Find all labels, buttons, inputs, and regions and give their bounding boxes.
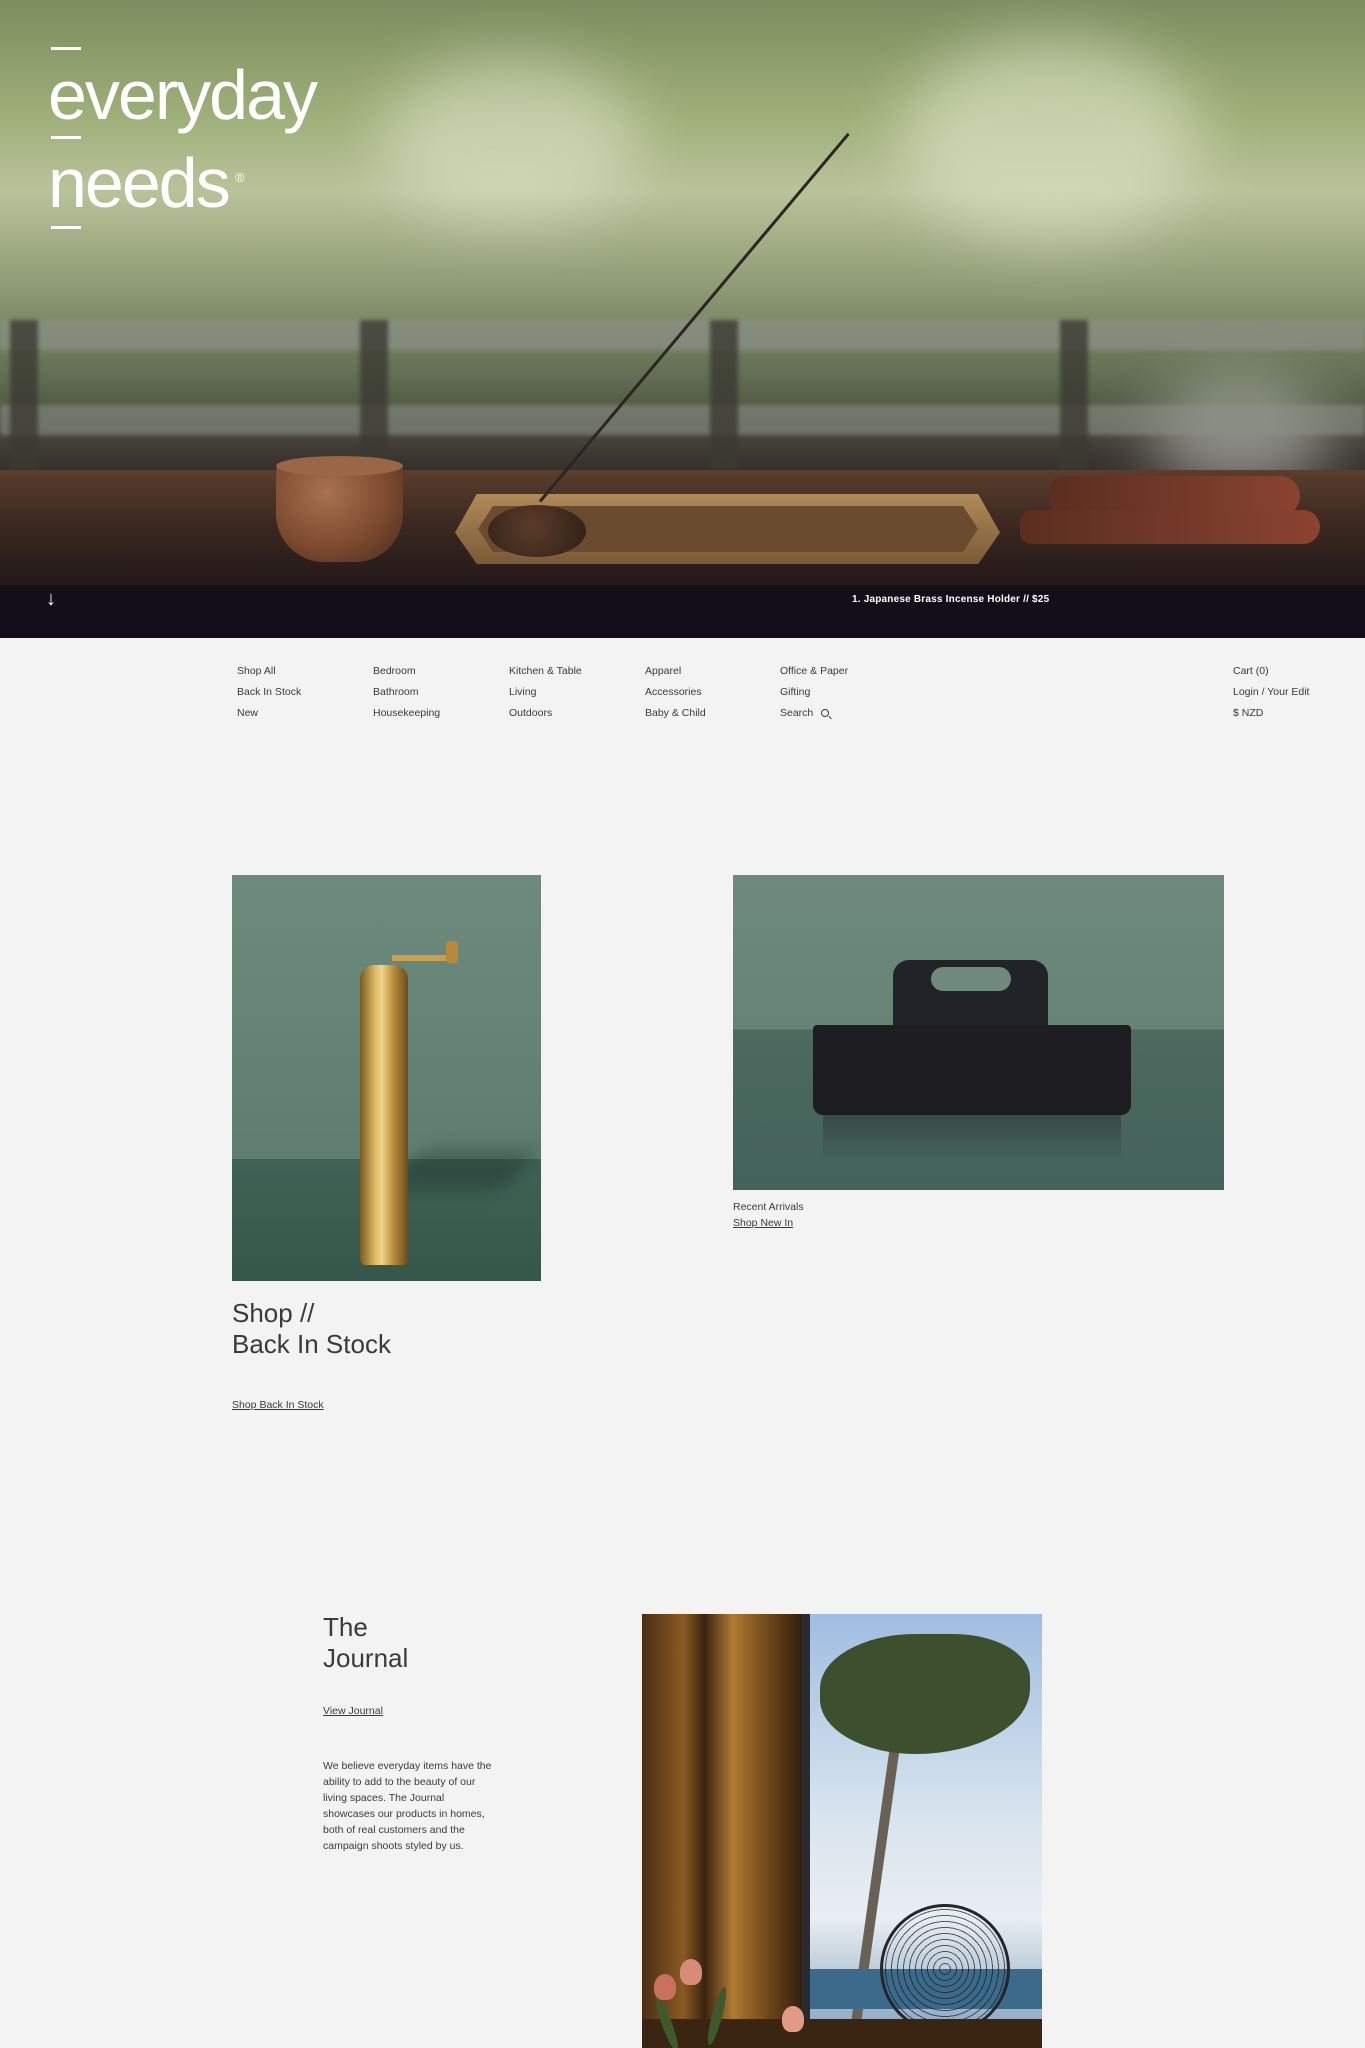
nav-column-rooms: Bedroom Bathroom Housekeeping xyxy=(373,664,440,727)
back-in-stock-heading-line1: Shop // xyxy=(232,1298,315,1328)
window-frame xyxy=(802,1614,810,2048)
login-link[interactable]: Login / Your Edit xyxy=(1233,685,1309,706)
grinder-shadow xyxy=(385,1150,539,1190)
nav-office-paper[interactable]: Office & Paper xyxy=(780,664,848,685)
nav-apparel[interactable]: Apparel xyxy=(645,664,706,685)
nav-new[interactable]: New xyxy=(237,706,301,727)
bokeh-light xyxy=(380,60,640,220)
railing-post xyxy=(360,320,388,470)
registered-mark: ® xyxy=(235,170,245,185)
toolbox-body xyxy=(813,1025,1131,1115)
carrot xyxy=(1020,510,1320,544)
logo-dash xyxy=(51,226,81,229)
arrow-down-icon[interactable]: ↓ xyxy=(46,588,56,611)
pepper-grinder-image[interactable] xyxy=(232,875,541,1281)
nav-living[interactable]: Living xyxy=(509,685,582,706)
logo-dash xyxy=(51,136,81,139)
tulip-flower xyxy=(782,2006,804,2032)
hero-shadow-band xyxy=(0,585,1365,638)
journal-heading-line2: Journal xyxy=(323,1643,409,1673)
journal-heading-line1: The xyxy=(323,1612,368,1642)
railing-post xyxy=(10,320,38,470)
toolbox-reflection xyxy=(823,1115,1121,1160)
railing-top xyxy=(0,320,1365,350)
nav-accessories[interactable]: Accessories xyxy=(645,685,706,706)
nav-column-home: Kitchen & Table Living Outdoors xyxy=(509,664,582,727)
incense-holder xyxy=(488,505,586,557)
grinder-handle xyxy=(392,955,452,961)
recent-arrivals-label: Recent Arrivals xyxy=(733,1201,804,1213)
journal-description: We believe everyday items have the abili… xyxy=(323,1760,492,1852)
nav-bedroom[interactable]: Bedroom xyxy=(373,664,440,685)
nav-shop-all[interactable]: Shop All xyxy=(237,664,301,685)
nav-kitchen-table[interactable]: Kitchen & Table xyxy=(509,664,582,685)
nav-search[interactable]: Search xyxy=(780,706,848,727)
back-in-stock-heading: Shop // Back In Stock xyxy=(232,1298,391,1360)
grinder-body xyxy=(360,965,408,1265)
railing-mid xyxy=(0,405,1365,435)
journal-image[interactable] xyxy=(642,1614,1042,2048)
nav-baby-child[interactable]: Baby & Child xyxy=(645,706,706,727)
hero-caption[interactable]: 1. Japanese Brass Incense Holder // $25 xyxy=(852,594,1049,605)
hero-banner: everyday needs ® ↓ 1. Japanese Brass Inc… xyxy=(0,0,1365,638)
nav-column-other: Office & Paper Gifting Search xyxy=(780,664,848,727)
nav-housekeeping[interactable]: Housekeeping xyxy=(373,706,440,727)
bokeh-light xyxy=(900,40,1200,240)
nav-search-label: Search xyxy=(780,707,814,719)
toolbox-image[interactable] xyxy=(733,875,1224,1190)
cart-link[interactable]: Cart (0) xyxy=(1233,664,1309,685)
tulip-flower xyxy=(680,1959,702,1985)
journal-heading: The Journal xyxy=(323,1612,408,1674)
wire-sculpture xyxy=(880,1904,1010,2034)
shop-back-in-stock-link[interactable]: Shop Back In Stock xyxy=(232,1399,324,1411)
nav-bathroom[interactable]: Bathroom xyxy=(373,685,440,706)
back-in-stock-heading-line2: Back In Stock xyxy=(232,1329,391,1359)
window-sill xyxy=(642,2019,1042,2048)
wooden-cup xyxy=(276,456,403,562)
logo-word-needs: needs xyxy=(48,144,231,222)
logo-dash xyxy=(51,47,81,50)
nav-back-in-stock[interactable]: Back In Stock xyxy=(237,685,301,706)
shop-new-in-link[interactable]: Shop New In xyxy=(733,1217,793,1229)
toolbox-handle-hole xyxy=(931,967,1011,991)
logo-word-everyday: everyday xyxy=(48,56,318,134)
currency-selector[interactable]: $ NZD xyxy=(1233,706,1309,727)
nav-column-wear: Apparel Accessories Baby & Child xyxy=(645,664,706,727)
nav-column-account: Cart (0) Login / Your Edit $ NZD xyxy=(1233,664,1309,727)
railing-post xyxy=(710,320,738,470)
railing-post xyxy=(1060,320,1088,470)
nav-outdoors[interactable]: Outdoors xyxy=(509,706,582,727)
nav-column-shop: Shop All Back In Stock New xyxy=(237,664,301,727)
view-journal-link[interactable]: View Journal xyxy=(323,1705,383,1717)
nav-gifting[interactable]: Gifting xyxy=(780,685,848,706)
tulip-flower xyxy=(654,1974,676,2000)
grinder-knob xyxy=(446,941,458,963)
search-icon xyxy=(821,709,830,717)
